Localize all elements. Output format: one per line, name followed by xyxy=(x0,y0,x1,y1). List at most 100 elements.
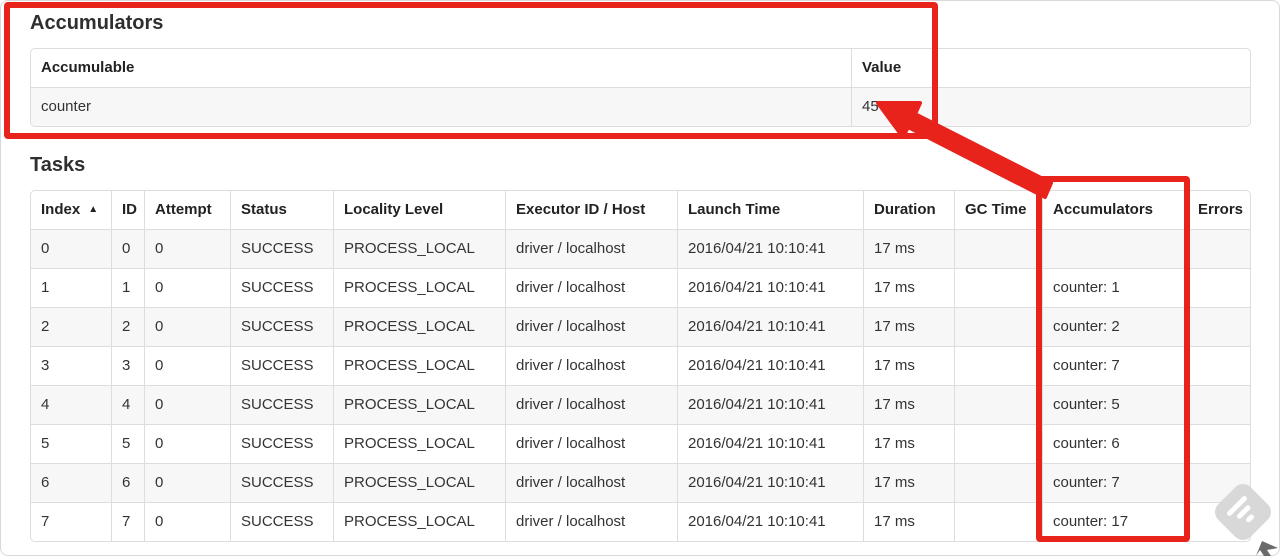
column-header-launch-time[interactable]: Launch Time xyxy=(677,191,863,229)
cell-attempt: 0 xyxy=(144,307,230,346)
cell-attempt: 0 xyxy=(144,385,230,424)
cell-gc-time xyxy=(954,268,1042,307)
cell-executor-id-host: driver / localhost xyxy=(505,424,677,463)
cell-errors xyxy=(1187,268,1250,307)
cell-errors xyxy=(1187,346,1250,385)
cell-value: 45 xyxy=(851,87,1250,126)
column-header-id[interactable]: ID xyxy=(111,191,144,229)
accumulators-table-header-row: Accumulable Value xyxy=(31,49,1250,87)
cell-status: SUCCESS xyxy=(230,346,333,385)
cell-attempt: 0 xyxy=(144,229,230,268)
cell-duration: 17 ms xyxy=(863,268,954,307)
cell-index: 6 xyxy=(31,463,111,502)
cell-duration: 17 ms xyxy=(863,463,954,502)
cell-id: 1 xyxy=(111,268,144,307)
cell-id: 4 xyxy=(111,385,144,424)
cell-duration: 17 ms xyxy=(863,385,954,424)
accumulators-table: Accumulable Value counter 45 xyxy=(30,48,1251,127)
cell-index: 7 xyxy=(31,502,111,541)
cell-errors xyxy=(1187,385,1250,424)
column-header-status[interactable]: Status xyxy=(230,191,333,229)
column-header-attempt[interactable]: Attempt xyxy=(144,191,230,229)
spark-stage-detail-page: Accumulators Accumulable Value counter 45 … xyxy=(0,0,1280,556)
cell-launch-time: 2016/04/21 10:10:41 xyxy=(677,346,863,385)
cell-attempt: 0 xyxy=(144,502,230,541)
cell-index: 2 xyxy=(31,307,111,346)
cell-launch-time: 2016/04/21 10:10:41 xyxy=(677,463,863,502)
table-row: 5 5 0 SUCCESS PROCESS_LOCAL driver / localhos… xyxy=(31,424,1250,463)
cell-errors xyxy=(1187,463,1250,502)
cell-attempt: 0 xyxy=(144,424,230,463)
cell-locality-level: PROCESS_LOCAL xyxy=(333,502,505,541)
column-header-locality-level[interactable]: Locality Level xyxy=(333,191,505,229)
table-row: 0 0 0 SUCCESS PROCESS_LOCAL driver / localhos… xyxy=(31,229,1250,268)
column-header-executor-id-host[interactable]: Executor ID / Host xyxy=(505,191,677,229)
table-row: 7 7 0 SUCCESS PROCESS_LOCAL driver / localhos… xyxy=(31,502,1250,541)
cell-accumulators: counter: 7 xyxy=(1042,463,1187,502)
sort-ascending-icon: ▲ xyxy=(88,204,99,215)
cell-status: SUCCESS xyxy=(230,229,333,268)
cell-id: 0 xyxy=(111,229,144,268)
cell-locality-level: PROCESS_LOCAL xyxy=(333,346,505,385)
cell-locality-level: PROCESS_LOCAL xyxy=(333,424,505,463)
cell-accumulators: counter: 7 xyxy=(1042,346,1187,385)
cell-errors xyxy=(1187,307,1250,346)
cell-status: SUCCESS xyxy=(230,424,333,463)
table-row: 4 4 0 SUCCESS PROCESS_LOCAL driver / localhos… xyxy=(31,385,1250,424)
cell-attempt: 0 xyxy=(144,463,230,502)
cell-launch-time: 2016/04/21 10:10:41 xyxy=(677,424,863,463)
cell-accumulators: counter: 6 xyxy=(1042,424,1187,463)
cell-launch-time: 2016/04/21 10:10:41 xyxy=(677,385,863,424)
accumulators-section-heading: Accumulators xyxy=(30,12,164,34)
cell-accumulators: counter: 17 xyxy=(1042,502,1187,541)
tasks-table-header-row: Index ▲ ID Attempt Status Locality Level Execu… xyxy=(31,191,1250,229)
cell-locality-level: PROCESS_LOCAL xyxy=(333,229,505,268)
mouse-cursor-icon xyxy=(1256,541,1278,556)
cell-gc-time xyxy=(954,463,1042,502)
cell-status: SUCCESS xyxy=(230,385,333,424)
table-row: counter 45 xyxy=(31,87,1250,126)
cell-locality-level: PROCESS_LOCAL xyxy=(333,385,505,424)
cell-index: 1 xyxy=(31,268,111,307)
cell-executor-id-host: driver / localhost xyxy=(505,346,677,385)
cell-attempt: 0 xyxy=(144,346,230,385)
cell-launch-time: 2016/04/21 10:10:41 xyxy=(677,268,863,307)
cell-index: 3 xyxy=(31,346,111,385)
column-header-gc-time[interactable]: GC Time xyxy=(954,191,1042,229)
page-content: Accumulators Accumulable Value counter 45 … xyxy=(30,0,1251,542)
cell-id: 5 xyxy=(111,424,144,463)
cell-id: 2 xyxy=(111,307,144,346)
cell-launch-time: 2016/04/21 10:10:41 xyxy=(677,502,863,541)
cell-duration: 17 ms xyxy=(863,229,954,268)
cell-duration: 17 ms xyxy=(863,307,954,346)
cell-accumulators: counter: 1 xyxy=(1042,268,1187,307)
cell-status: SUCCESS xyxy=(230,268,333,307)
cell-index: 4 xyxy=(31,385,111,424)
cell-gc-time xyxy=(954,385,1042,424)
cell-duration: 17 ms xyxy=(863,346,954,385)
cell-status: SUCCESS xyxy=(230,307,333,346)
column-header-index[interactable]: Index ▲ xyxy=(31,191,111,229)
cell-executor-id-host: driver / localhost xyxy=(505,229,677,268)
cell-gc-time xyxy=(954,346,1042,385)
cell-locality-level: PROCESS_LOCAL xyxy=(333,307,505,346)
tasks-table: Index ▲ ID Attempt Status Locality Level Execu… xyxy=(30,190,1251,542)
cell-launch-time: 2016/04/21 10:10:41 xyxy=(677,307,863,346)
cell-attempt: 0 xyxy=(144,268,230,307)
cell-duration: 17 ms xyxy=(863,502,954,541)
table-row: 3 3 0 SUCCESS PROCESS_LOCAL driver / localhos… xyxy=(31,346,1250,385)
table-row: 1 1 0 SUCCESS PROCESS_LOCAL driver / localhos… xyxy=(31,268,1250,307)
cell-gc-time xyxy=(954,307,1042,346)
cell-gc-time xyxy=(954,229,1042,268)
cell-accumulators: counter: 2 xyxy=(1042,307,1187,346)
cell-index: 5 xyxy=(31,424,111,463)
table-row: 6 6 0 SUCCESS PROCESS_LOCAL driver / localhos… xyxy=(31,463,1250,502)
column-header-duration[interactable]: Duration xyxy=(863,191,954,229)
column-header-accumulable[interactable]: Accumulable xyxy=(31,49,851,87)
column-header-errors[interactable]: Errors xyxy=(1187,191,1250,229)
cell-errors xyxy=(1187,502,1250,541)
column-header-value[interactable]: Value xyxy=(851,49,1250,87)
cell-executor-id-host: driver / localhost xyxy=(505,463,677,502)
cell-id: 3 xyxy=(111,346,144,385)
column-header-accumulators[interactable]: Accumulators xyxy=(1042,191,1187,229)
